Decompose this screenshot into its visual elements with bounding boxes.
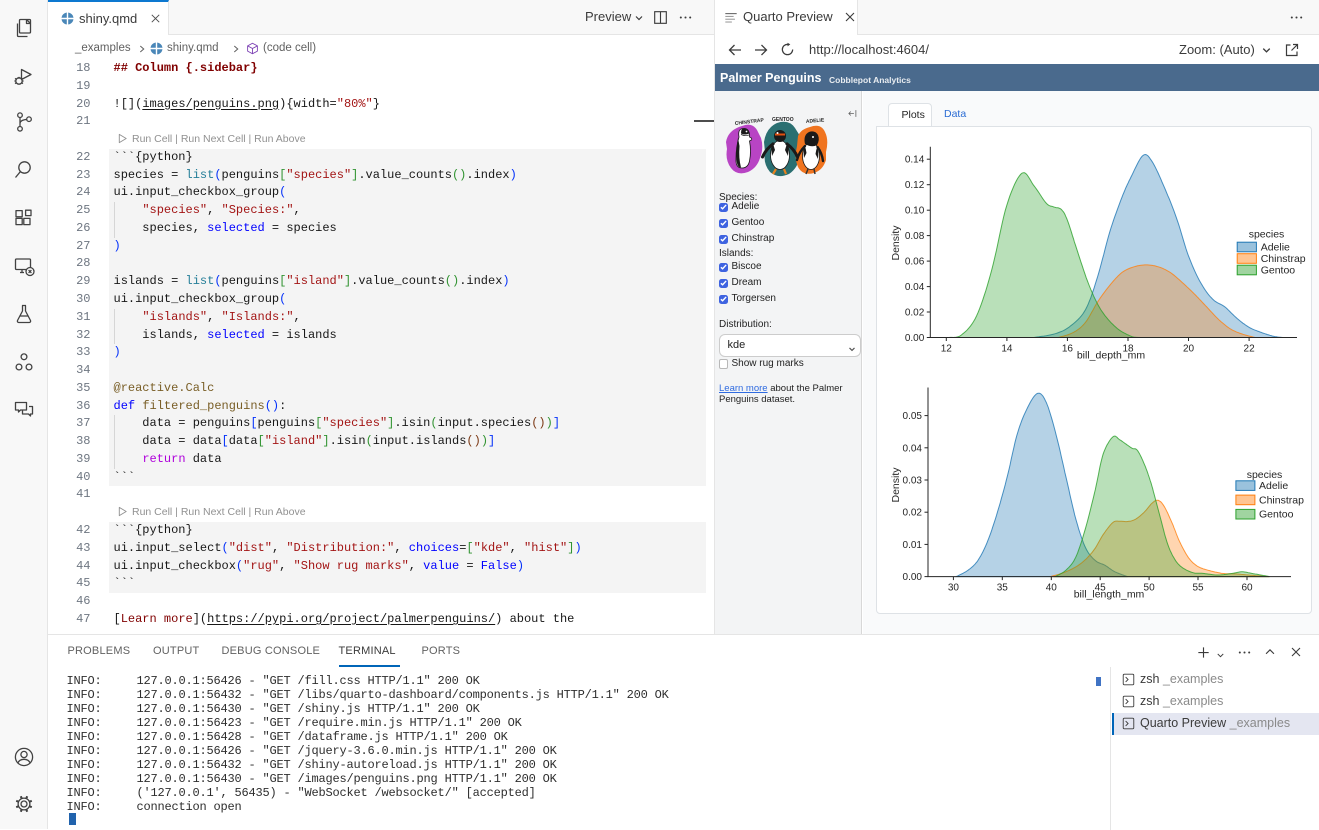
svg-text:12: 12 bbox=[941, 344, 953, 355]
svg-text:GENTOO: GENTOO bbox=[772, 117, 794, 123]
svg-text:0.10: 0.10 bbox=[905, 206, 925, 217]
svg-text:14: 14 bbox=[1001, 344, 1013, 355]
svg-text:0.00: 0.00 bbox=[905, 333, 925, 344]
svg-text:0.03: 0.03 bbox=[903, 476, 923, 487]
svg-text:Density: Density bbox=[890, 467, 902, 503]
svg-text:0.01: 0.01 bbox=[903, 540, 923, 551]
svg-text:bill_length_mm: bill_length_mm bbox=[1074, 589, 1145, 601]
svg-text:Chinstrap: Chinstrap bbox=[1261, 253, 1306, 265]
svg-text:0.00: 0.00 bbox=[903, 572, 923, 583]
svg-text:60: 60 bbox=[1241, 583, 1253, 594]
svg-text:0.02: 0.02 bbox=[903, 508, 923, 519]
svg-text:50: 50 bbox=[1144, 583, 1156, 594]
svg-text:species: species bbox=[1249, 229, 1285, 241]
svg-text:55: 55 bbox=[1192, 583, 1204, 594]
svg-text:Gentoo: Gentoo bbox=[1259, 509, 1294, 521]
svg-text:Adelie: Adelie bbox=[1259, 480, 1288, 492]
svg-text:30: 30 bbox=[948, 583, 960, 594]
svg-text:22: 22 bbox=[1244, 344, 1256, 355]
svg-text:Chinstrap: Chinstrap bbox=[1259, 494, 1304, 506]
svg-text:Density: Density bbox=[890, 225, 902, 261]
svg-text:ADELIE: ADELIE bbox=[806, 117, 825, 125]
svg-text:40: 40 bbox=[1046, 583, 1058, 594]
svg-text:16: 16 bbox=[1062, 344, 1074, 355]
svg-text:0.14: 0.14 bbox=[905, 155, 925, 166]
svg-text:35: 35 bbox=[997, 583, 1009, 594]
svg-text:0.04: 0.04 bbox=[905, 282, 925, 293]
svg-text:bill_depth_mm: bill_depth_mm bbox=[1077, 350, 1146, 362]
svg-text:Adelie: Adelie bbox=[1261, 242, 1290, 254]
svg-text:0.12: 0.12 bbox=[905, 180, 925, 191]
svg-text:0.02: 0.02 bbox=[905, 308, 925, 319]
svg-text:0.04: 0.04 bbox=[903, 443, 923, 454]
svg-text:0.05: 0.05 bbox=[903, 411, 923, 422]
svg-text:0.08: 0.08 bbox=[905, 231, 925, 242]
svg-text:0.06: 0.06 bbox=[905, 257, 925, 268]
svg-text:20: 20 bbox=[1183, 344, 1195, 355]
svg-text:Gentoo: Gentoo bbox=[1261, 265, 1296, 277]
